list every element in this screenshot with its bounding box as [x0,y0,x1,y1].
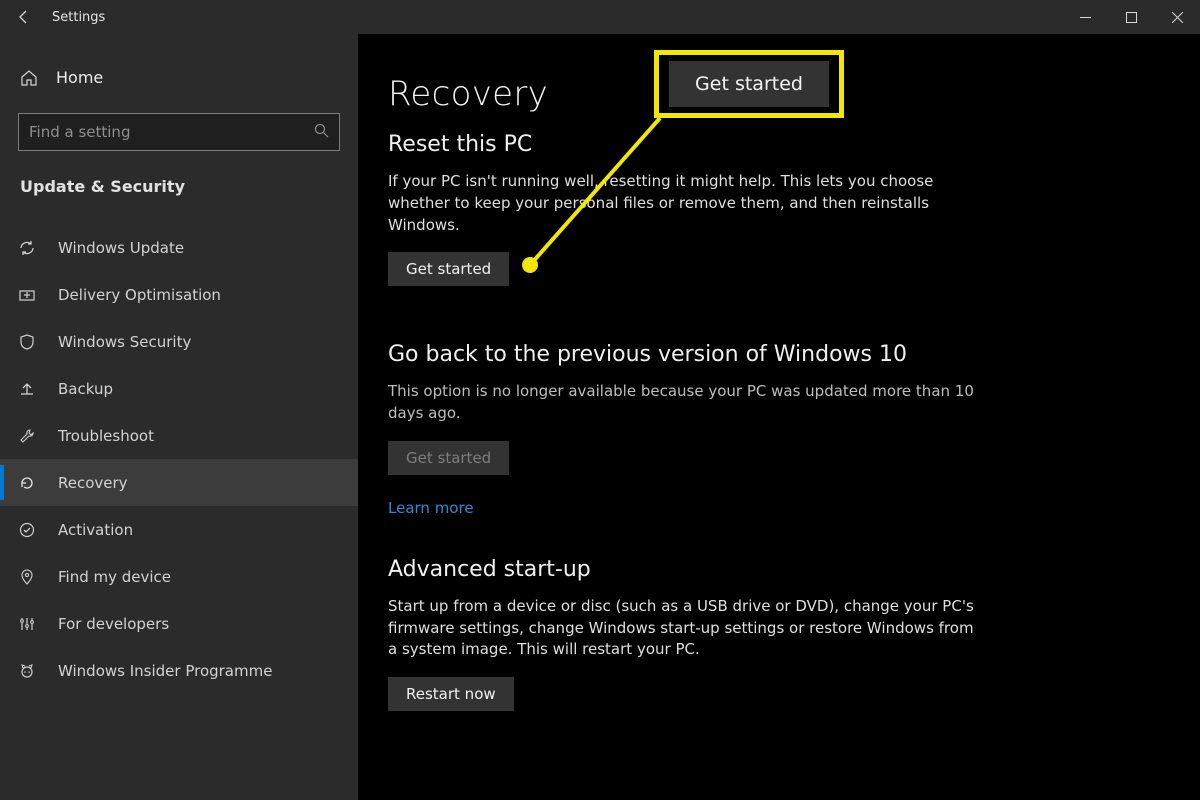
close-icon [1172,12,1183,23]
search-input-container[interactable] [18,113,340,151]
sidebar-section-title: Update & Security [20,177,340,196]
backup-icon [18,380,38,398]
sidebar-item-label: Troubleshoot [58,427,154,445]
arrow-left-icon [16,9,32,25]
recovery-icon [18,474,38,492]
sidebar-nav: Windows Update Delivery Optimisation Win… [0,224,358,694]
sidebar-item-activation[interactable]: Activation [0,506,358,553]
shield-icon [18,333,38,351]
reset-get-started-button[interactable]: Get started [388,252,509,286]
home-icon [20,69,38,87]
sidebar-item-label: Windows Security [58,333,191,351]
sidebar-item-windows-update[interactable]: Windows Update [0,224,358,271]
sidebar-item-label: Windows Update [58,239,184,257]
content-area: Recovery Reset this PC If your PC isn't … [358,34,1200,800]
sidebar-item-label: Backup [58,380,113,398]
advanced-restart-button[interactable]: Restart now [388,677,514,711]
location-icon [18,568,38,586]
sidebar-item-windows-security[interactable]: Windows Security [0,318,358,365]
sidebar-item-delivery-optimisation[interactable]: Delivery Optimisation [0,271,358,318]
sidebar-item-recovery[interactable]: Recovery [0,459,358,506]
sidebar-item-for-developers[interactable]: For developers [0,600,358,647]
maximize-button[interactable] [1108,0,1154,34]
delivery-icon [18,286,38,304]
back-button[interactable] [0,0,48,34]
reset-heading: Reset this PC [388,132,1160,157]
sync-icon [18,239,38,257]
close-button[interactable] [1154,0,1200,34]
wrench-icon [18,427,38,445]
advanced-description: Start up from a device or disc (such as … [388,596,978,661]
annotation-callout-label: Get started [669,61,829,107]
search-input[interactable] [29,123,314,141]
goback-get-started-button: Get started [388,441,509,475]
reset-description: If your PC isn't running well, resetting… [388,171,978,236]
sidebar-item-label: For developers [58,615,169,633]
titlebar: Settings [0,0,1200,34]
sliders-icon [18,615,38,633]
goback-heading: Go back to the previous version of Windo… [388,342,1160,367]
sidebar-home-label: Home [56,68,103,87]
minimize-icon [1080,12,1091,23]
sidebar-item-label: Find my device [58,568,171,586]
sidebar-item-find-my-device[interactable]: Find my device [0,553,358,600]
search-icon [314,123,329,142]
sidebar-item-label: Activation [58,521,133,539]
advanced-heading: Advanced start-up [388,557,1160,582]
annotation-callout: Get started [654,50,844,118]
ninja-cat-icon [18,662,38,680]
window-title: Settings [52,10,105,25]
sidebar-home[interactable]: Home [20,68,340,87]
maximize-icon [1126,12,1137,23]
sidebar-item-backup[interactable]: Backup [0,365,358,412]
sidebar-item-label: Recovery [58,474,128,492]
sidebar-item-troubleshoot[interactable]: Troubleshoot [0,412,358,459]
check-circle-icon [18,521,38,539]
goback-learn-more-link[interactable]: Learn more [388,499,474,517]
window-controls [1062,0,1200,34]
minimize-button[interactable] [1062,0,1108,34]
sidebar: Home Update & Security Windows Update De… [0,34,358,800]
sidebar-item-label: Windows Insider Programme [58,662,272,680]
goback-description: This option is no longer available becau… [388,381,978,425]
sidebar-item-windows-insider[interactable]: Windows Insider Programme [0,647,358,694]
sidebar-item-label: Delivery Optimisation [58,286,221,304]
